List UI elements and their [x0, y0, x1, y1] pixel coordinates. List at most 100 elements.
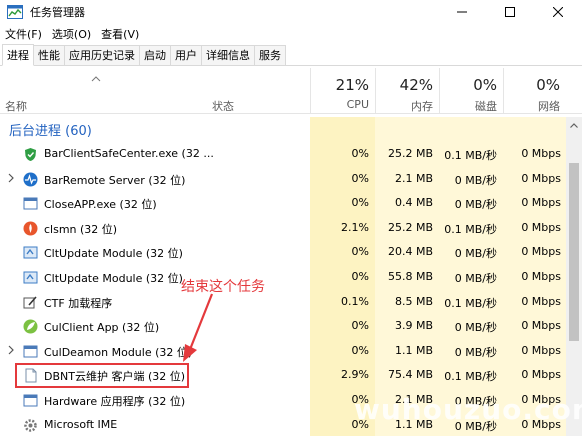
process-row[interactable]: CTF 加载程序 0.1% 8.5 MB 0.1 MB/秒 0 Mbps [0, 290, 565, 315]
process-memory: 1.1 MB [394, 343, 433, 357]
sort-ascending-icon[interactable] [91, 76, 101, 82]
chevron-right-icon[interactable] [7, 173, 15, 183]
process-name: CulClient App (32 位) [44, 321, 160, 335]
process-memory: 8.5 MB [394, 294, 433, 308]
tab-processes[interactable]: 进程 [2, 44, 34, 66]
process-network: 0 Mbps [521, 171, 561, 185]
process-name: CloseAPP.exe (32 位) [44, 198, 157, 212]
process-network: 0 Mbps [521, 196, 561, 210]
chevron-right-icon[interactable] [7, 345, 15, 355]
process-row[interactable]: clsmn (32 位) 2.1% 25.2 MB 0.1 MB/秒 0 Mbps [0, 216, 565, 241]
pen-icon [23, 295, 38, 310]
tab-startup[interactable]: 启动 [139, 45, 171, 65]
process-network: 0 Mbps [521, 319, 561, 333]
process-disk: 0 MB/秒 [454, 271, 497, 285]
process-memory: 25.2 MB [387, 147, 433, 160]
highlight-box [15, 363, 189, 388]
process-memory: 20.4 MB [387, 245, 433, 259]
scroll-up-icon[interactable] [570, 123, 578, 128]
process-disk: 0.1 MB/秒 [444, 222, 497, 236]
process-network: 0 Mbps [521, 269, 561, 283]
close-button[interactable] [534, 0, 582, 24]
process-memory: 3.9 MB [394, 319, 433, 333]
process-network: 0 Mbps [521, 220, 561, 234]
tab-app-history[interactable]: 应用历史记录 [64, 45, 140, 65]
menu-view[interactable]: 查看(V) [96, 26, 144, 42]
process-name: Hardware 应用程序 (32 位) [44, 394, 186, 408]
process-row[interactable]: BarClientSafeCenter.exe (32 ... 0% 25.2 MB… [0, 142, 565, 167]
column-name[interactable]: 名称 [5, 98, 27, 114]
process-network: 0 Mbps [521, 368, 561, 382]
maximize-button[interactable] [486, 0, 534, 24]
tab-details[interactable]: 详细信息 [201, 45, 255, 65]
process-network: 0 Mbps [521, 245, 561, 259]
column-header: 名称 状态 21% CPU 42% 内存 0% 磁盘 0% 网络 [0, 68, 582, 114]
orange-app-icon [23, 221, 38, 236]
menu-options[interactable]: 选项(O) [47, 26, 96, 42]
window-icon [23, 393, 38, 408]
column-disk[interactable]: 0% 磁盘 [439, 68, 503, 114]
disk-percent: 0% [473, 76, 497, 94]
menu-bar: 文件(F) 选项(O) 查看(V) [0, 24, 582, 44]
window-icon [23, 196, 38, 211]
process-name: CulDeamon Module (32 位) [44, 345, 193, 359]
process-name: CTF 加载程序 [44, 296, 113, 310]
process-cpu: 0% [351, 269, 369, 283]
pulse-icon [23, 172, 38, 187]
shield-icon [23, 147, 38, 162]
close-icon [553, 7, 563, 17]
maximize-icon [505, 7, 515, 17]
process-row[interactable]: CulClient App (32 位) 0% 3.9 MB 0 MB/秒 0 Mbps [0, 314, 565, 339]
group-title: 后台进程 (60) [9, 124, 92, 139]
title-bar: 任务管理器 [0, 0, 582, 24]
tab-services[interactable]: 服务 [254, 45, 286, 65]
process-list: BarClientSafeCenter.exe (32 ... 0% 25.2 MB… [0, 142, 565, 436]
column-cpu[interactable]: 21% CPU [310, 68, 375, 114]
window-title: 任务管理器 [30, 6, 85, 19]
process-cpu: 2.9% [341, 368, 369, 382]
memory-label: 内存 [411, 100, 433, 113]
minimize-button[interactable] [438, 0, 486, 24]
update-icon [23, 245, 38, 260]
process-name: BarRemote Server (32 位) [44, 173, 186, 187]
process-row[interactable]: CltUpdate Module (32 位) 0% 20.4 MB 0 MB/秒 0 … [0, 240, 565, 265]
cpu-percent: 21% [335, 76, 369, 94]
menu-file[interactable]: 文件(F) [0, 26, 47, 42]
process-row[interactable]: CulDeamon Module (32 位) 0% 1.1 MB 0 MB/秒 0 M… [0, 339, 565, 364]
process-network: 0 Mbps [521, 147, 561, 160]
column-memory[interactable]: 42% 内存 [375, 68, 439, 114]
tab-performance[interactable]: 性能 [33, 45, 65, 65]
process-disk: 0 MB/秒 [454, 247, 497, 261]
process-disk: 0.1 MB/秒 [444, 296, 497, 310]
process-row[interactable]: CltUpdate Module (32 位) 0% 55.8 MB 0 MB/秒 0 … [0, 265, 565, 290]
process-name: CltUpdate Module (32 位) [44, 247, 183, 261]
update-icon [23, 270, 38, 285]
vertical-scrollbar[interactable] [566, 117, 582, 436]
process-disk: 0 MB/秒 [454, 173, 497, 187]
green-leaf-icon [23, 319, 38, 334]
disk-label: 磁盘 [475, 100, 497, 113]
column-network[interactable]: 0% 网络 [503, 68, 566, 114]
process-cpu: 0% [351, 147, 369, 160]
process-memory: 55.8 MB [387, 269, 433, 283]
process-memory: 75.4 MB [387, 368, 433, 382]
window-icon [23, 344, 38, 359]
group-background-processes[interactable]: 后台进程 (60) [0, 117, 565, 139]
process-network: 0 Mbps [521, 343, 561, 357]
column-status[interactable]: 状态 [212, 98, 234, 114]
process-cpu: 0% [351, 245, 369, 259]
process-name: CltUpdate Module (32 位) [44, 271, 183, 285]
annotation-arrow-icon [183, 293, 214, 362]
tab-bar: 进程 性能 应用历史记录 启动 用户 详细信息 服务 [0, 44, 582, 66]
scroll-thumb[interactable] [569, 163, 579, 341]
process-row[interactable]: BarRemote Server (32 位) 0% 2.1 MB 0 MB/秒 0 M… [0, 167, 565, 192]
process-cpu: 0% [351, 319, 369, 333]
process-row[interactable]: CloseAPP.exe (32 位) 0% 0.4 MB 0 MB/秒 0 Mbps [0, 191, 565, 216]
process-disk: 0 MB/秒 [454, 345, 497, 359]
memory-percent: 42% [399, 76, 433, 94]
process-disk: 0 MB/秒 [454, 321, 497, 335]
process-memory: 2.1 MB [394, 171, 433, 185]
process-cpu: 0% [351, 343, 369, 357]
tab-users[interactable]: 用户 [170, 45, 202, 65]
process-name: BarClientSafeCenter.exe (32 ... [44, 147, 214, 160]
